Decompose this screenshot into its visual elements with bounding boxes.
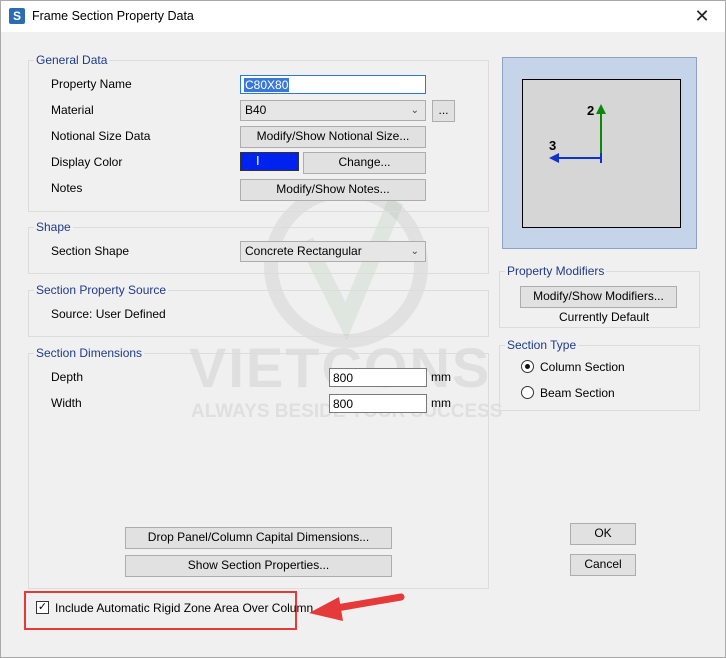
width-input[interactable]: 800 xyxy=(329,394,427,413)
property-name-input[interactable]: C80X80 xyxy=(240,75,426,94)
axis-3-label: 3 xyxy=(549,138,557,153)
depth-value: 800 xyxy=(333,371,354,385)
rigid-zone-label[interactable]: Include Automatic Rigid Zone Area Over C… xyxy=(55,601,313,615)
width-unit: mm xyxy=(431,396,451,410)
section-type-group: Section Type xyxy=(499,338,700,411)
red-arrow-icon xyxy=(309,593,405,621)
frame-section-dialog: S Frame Section Property Data ✕ VIETCONS… xyxy=(0,0,726,658)
drop-panel-button[interactable]: Drop Panel/Column Capital Dimensions... xyxy=(125,527,392,549)
section-shape-select[interactable]: Concrete Rectangular ⌄ xyxy=(240,241,426,262)
show-section-properties-button[interactable]: Show Section Properties... xyxy=(125,555,392,577)
shape-title: Shape xyxy=(34,220,73,234)
app-icon: S xyxy=(9,8,25,24)
material-select[interactable]: B40 ⌄ xyxy=(240,100,426,121)
property-modifiers-title: Property Modifiers xyxy=(505,264,607,278)
column-section-radio[interactable] xyxy=(521,360,534,373)
section-shape-value: Concrete Rectangular xyxy=(245,244,362,258)
general-data-title: General Data xyxy=(34,53,110,67)
beam-section-label[interactable]: Beam Section xyxy=(540,386,615,400)
axis-arrows-icon xyxy=(549,104,606,163)
chevron-down-icon: ⌄ xyxy=(410,246,419,257)
section-dimensions-group: Section Dimensions xyxy=(28,346,489,589)
notional-size-button[interactable]: Modify/Show Notional Size... xyxy=(240,126,426,148)
section-shape-label: Section Shape xyxy=(51,244,130,258)
material-more-button[interactable]: ... xyxy=(432,100,455,122)
material-value: B40 xyxy=(245,103,267,117)
property-source-title: Section Property Source xyxy=(34,283,169,297)
ok-button[interactable]: OK xyxy=(570,523,636,545)
column-section-label[interactable]: Column Section xyxy=(540,360,625,374)
text-cursor-icon: I xyxy=(256,153,260,168)
chevron-down-icon: ⌄ xyxy=(410,105,419,116)
close-icon[interactable]: ✕ xyxy=(679,1,725,32)
material-label: Material xyxy=(51,103,94,117)
property-name-label: Property Name xyxy=(51,77,132,91)
notes-button[interactable]: Modify/Show Notes... xyxy=(240,179,426,201)
modify-modifiers-button[interactable]: Modify/Show Modifiers... xyxy=(520,286,677,308)
axis-2-label: 2 xyxy=(587,103,595,118)
display-color-label: Display Color xyxy=(51,155,123,169)
width-label: Width xyxy=(51,396,82,410)
depth-unit: mm xyxy=(431,370,451,384)
title-bar: S Frame Section Property Data ✕ xyxy=(1,1,725,32)
notional-size-label: Notional Size Data xyxy=(51,129,151,143)
section-dimensions-title: Section Dimensions xyxy=(34,346,145,360)
change-color-button[interactable]: Change... xyxy=(303,152,426,174)
section-preview: 2 3 xyxy=(502,57,697,249)
beam-section-radio[interactable] xyxy=(521,386,534,399)
property-name-value: C80X80 xyxy=(244,78,290,92)
property-source-text: Source: User Defined xyxy=(51,307,166,321)
depth-input[interactable]: 800 xyxy=(329,368,427,387)
display-color-swatch[interactable]: I xyxy=(240,152,299,171)
width-value: 800 xyxy=(333,397,354,411)
cancel-button[interactable]: Cancel xyxy=(570,554,636,576)
section-type-title: Section Type xyxy=(505,338,579,352)
depth-label: Depth xyxy=(51,370,84,384)
window-title: Frame Section Property Data xyxy=(32,9,194,23)
notes-label: Notes xyxy=(51,181,83,195)
rigid-zone-checkbox[interactable]: ✓ xyxy=(36,601,49,614)
modifiers-status: Currently Default xyxy=(559,310,650,324)
